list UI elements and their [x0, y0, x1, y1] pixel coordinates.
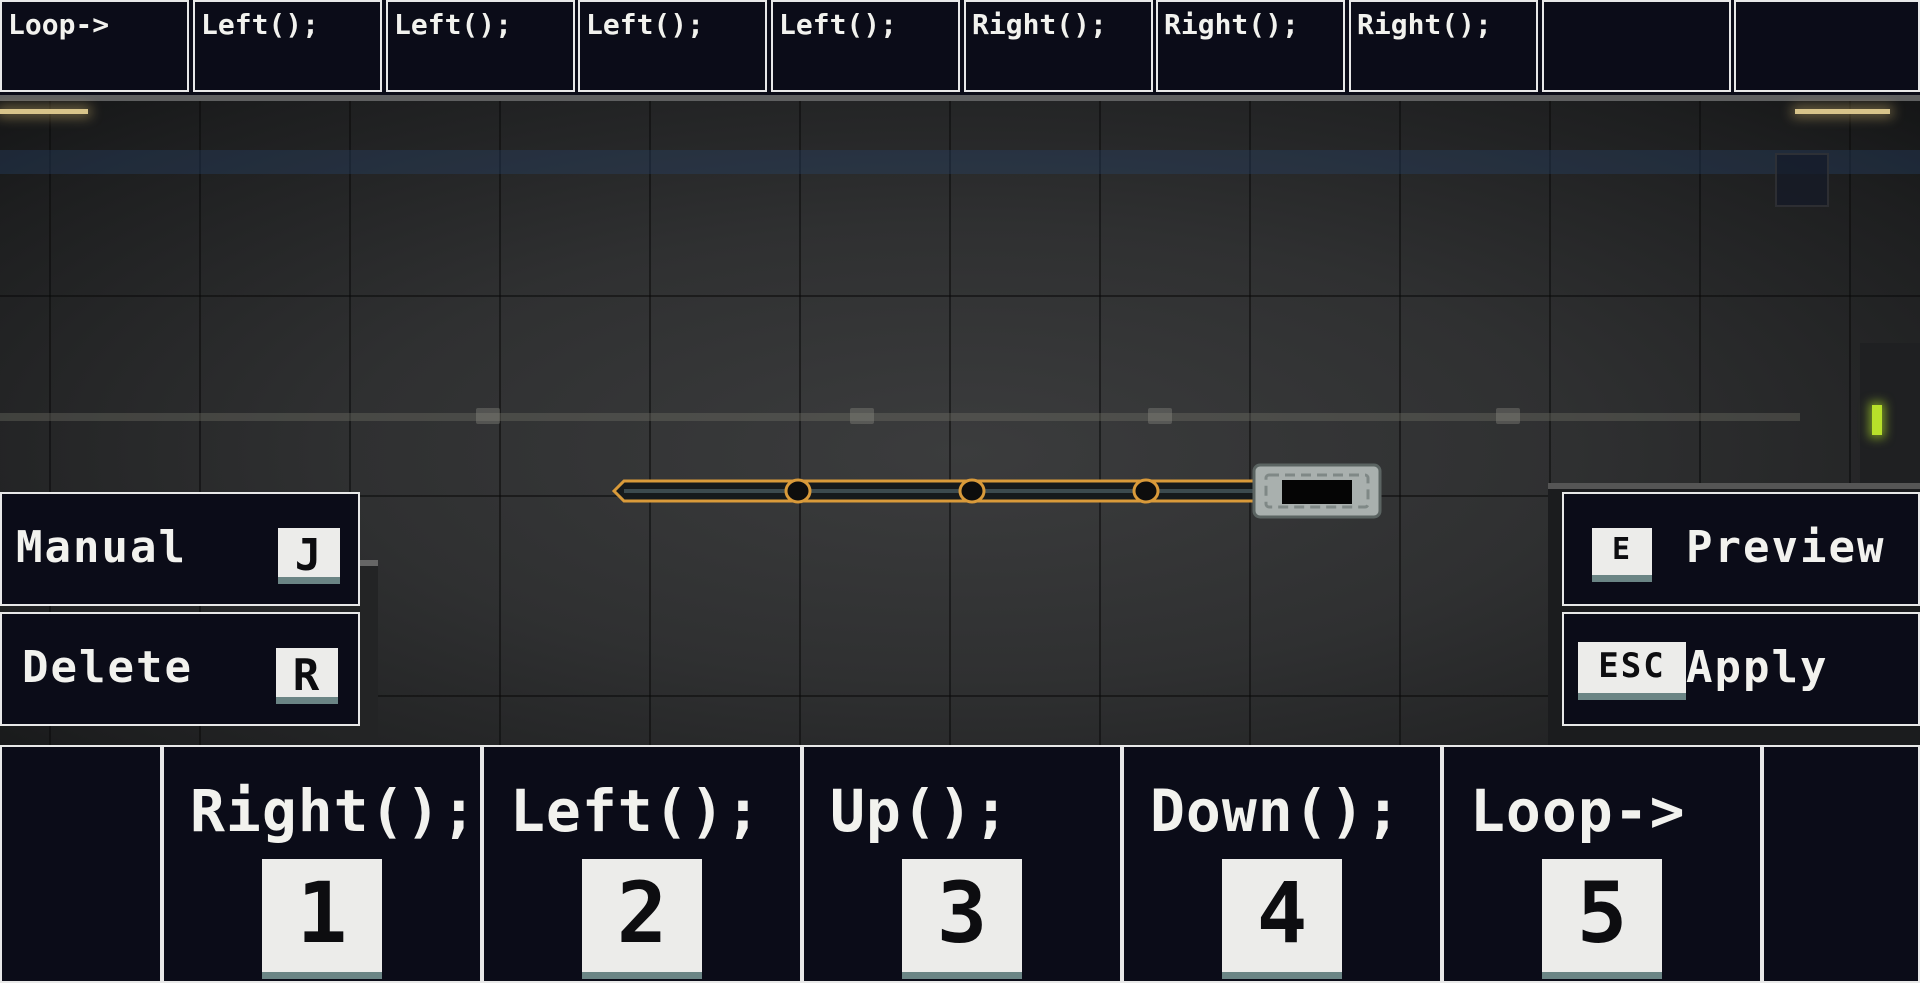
command-label: Down();: [1150, 777, 1402, 845]
sequence-slot-2[interactable]: Left();: [193, 0, 382, 92]
command-up-button[interactable]: Up(); 3: [802, 745, 1122, 983]
delete-label: Delete: [22, 642, 193, 693]
delete-key: R: [276, 648, 338, 704]
command-label: Left();: [510, 777, 762, 845]
command-label: Up();: [830, 777, 1010, 845]
sequence-slot-label: Loop->: [8, 8, 110, 41]
sequence-slot-label: Left();: [779, 8, 898, 41]
sequence-slot-label: Left();: [586, 8, 705, 41]
arm-joint: [1132, 478, 1160, 504]
command-key: 2: [582, 859, 702, 979]
manual-label: Manual: [16, 522, 187, 573]
command-key: 3: [902, 859, 1022, 979]
palette-spacer-left: [0, 745, 162, 983]
command-loop-button[interactable]: Loop-> 5: [1442, 745, 1762, 983]
command-label: Right();: [190, 777, 478, 845]
sequence-slot-10[interactable]: [1734, 0, 1920, 92]
command-left-button[interactable]: Left(); 2: [482, 745, 802, 983]
palette-spacer-right: [1762, 745, 1920, 983]
apply-label: Apply: [1686, 642, 1829, 693]
manual-key: J: [278, 528, 340, 584]
arm-joint: [784, 478, 812, 504]
sequence-bar: Loop-> Left(); Left(); Left(); Left(); R…: [0, 0, 1920, 95]
sequence-slot-label: Right();: [972, 8, 1107, 41]
preview-key: E: [1592, 528, 1652, 582]
sequence-slot-9[interactable]: [1542, 0, 1731, 92]
sequence-slot-3[interactable]: Left();: [386, 0, 575, 92]
emitter-window: [1282, 480, 1352, 504]
sequence-slot-4[interactable]: Left();: [578, 0, 767, 92]
sequence-slot-6[interactable]: Right();: [964, 0, 1153, 92]
command-right-button[interactable]: Right(); 1: [162, 745, 482, 983]
command-label: Loop->: [1470, 777, 1686, 845]
sequence-slot-7[interactable]: Right();: [1156, 0, 1345, 92]
sequence-slot-5[interactable]: Left();: [771, 0, 960, 92]
delete-button[interactable]: Delete R: [0, 612, 360, 726]
command-down-button[interactable]: Down(); 4: [1122, 745, 1442, 983]
preview-label: Preview: [1686, 522, 1886, 573]
command-key: 1: [262, 859, 382, 979]
command-key: 5: [1542, 859, 1662, 979]
apply-button[interactable]: ESC Apply: [1562, 612, 1920, 726]
preview-button[interactable]: E Preview: [1562, 492, 1920, 606]
sequence-slot-label: Right();: [1164, 8, 1299, 41]
manual-button[interactable]: Manual J: [0, 492, 360, 606]
arm-joint: [958, 478, 986, 504]
command-key: 4: [1222, 859, 1342, 979]
sequence-slot-8[interactable]: Right();: [1349, 0, 1538, 92]
sequence-slot-label: Left();: [201, 8, 320, 41]
sequence-slot-label: Left();: [394, 8, 513, 41]
sequence-slot-1[interactable]: Loop->: [0, 0, 189, 92]
apply-key: ESC: [1578, 642, 1686, 700]
sequence-slot-label: Right();: [1357, 8, 1492, 41]
